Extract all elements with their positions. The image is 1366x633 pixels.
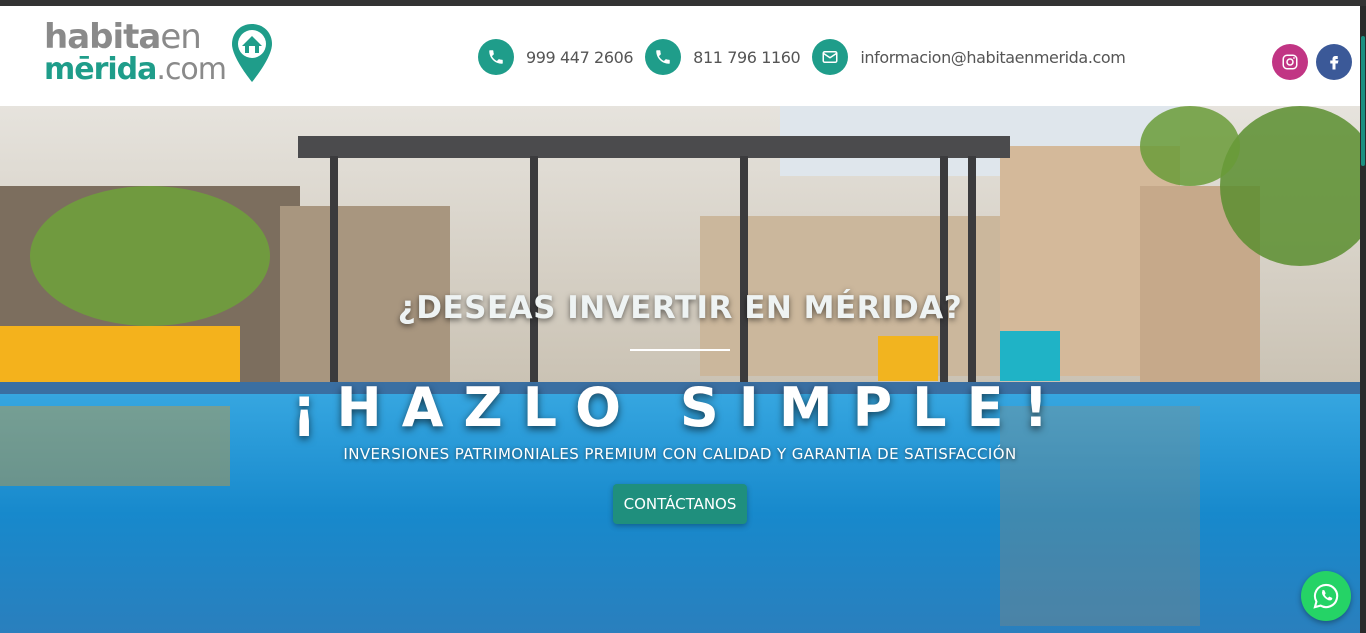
phone-icon — [645, 39, 682, 75]
site-header: habitaen mērida.com 999 447 2606 811 796… — [0, 6, 1360, 106]
scrollbar-thumb[interactable] — [1361, 36, 1365, 166]
email-address: informacion@habitaenmerida.com — [860, 47, 1126, 67]
facebook-icon — [1330, 56, 1339, 70]
hero-question: ¿DESEAS INVERTIR EN MÉRIDA? — [397, 290, 963, 326]
phone-icon — [478, 39, 514, 75]
email-icon — [812, 39, 849, 75]
hero-divider — [630, 349, 730, 351]
whatsapp-icon — [1313, 583, 1339, 609]
contact-us-button[interactable]: CONTÁCTANOS — [613, 484, 747, 524]
hero-headline: ¡HAZLO SIMPLE! — [291, 376, 1069, 439]
contact-phone-1[interactable]: 999 447 2606 — [478, 39, 634, 75]
hero-subtitle: INVERSIONES PATRIMONIALES PREMIUM CON CA… — [343, 445, 1017, 463]
logo-text-top: habitaen — [44, 17, 202, 57]
instagram-button[interactable] — [1272, 44, 1308, 80]
site-logo[interactable]: habitaen mērida.com — [44, 20, 284, 90]
page-scrollbar[interactable] — [1360, 6, 1366, 633]
hero-banner: ¿DESEAS INVERTIR EN MÉRIDA? ¡HAZLO SIMPL… — [0, 106, 1360, 633]
instagram-icon — [1282, 54, 1298, 70]
facebook-button[interactable] — [1316, 44, 1352, 80]
hero-content: ¿DESEAS INVERTIR EN MÉRIDA? ¡HAZLO SIMPL… — [0, 106, 1360, 633]
contact-bar: 999 447 2606 811 796 1160 informacion@ha… — [478, 39, 1138, 75]
phone-number: 999 447 2606 — [526, 47, 634, 67]
location-pin-icon — [232, 24, 272, 82]
whatsapp-button[interactable] — [1301, 571, 1351, 621]
contact-phone-2[interactable]: 811 796 1160 — [645, 39, 801, 75]
phone-number: 811 796 1160 — [693, 47, 801, 67]
contact-email[interactable]: informacion@habitaenmerida.com — [812, 39, 1126, 75]
logo-text-bottom: mērida.com — [44, 52, 227, 87]
